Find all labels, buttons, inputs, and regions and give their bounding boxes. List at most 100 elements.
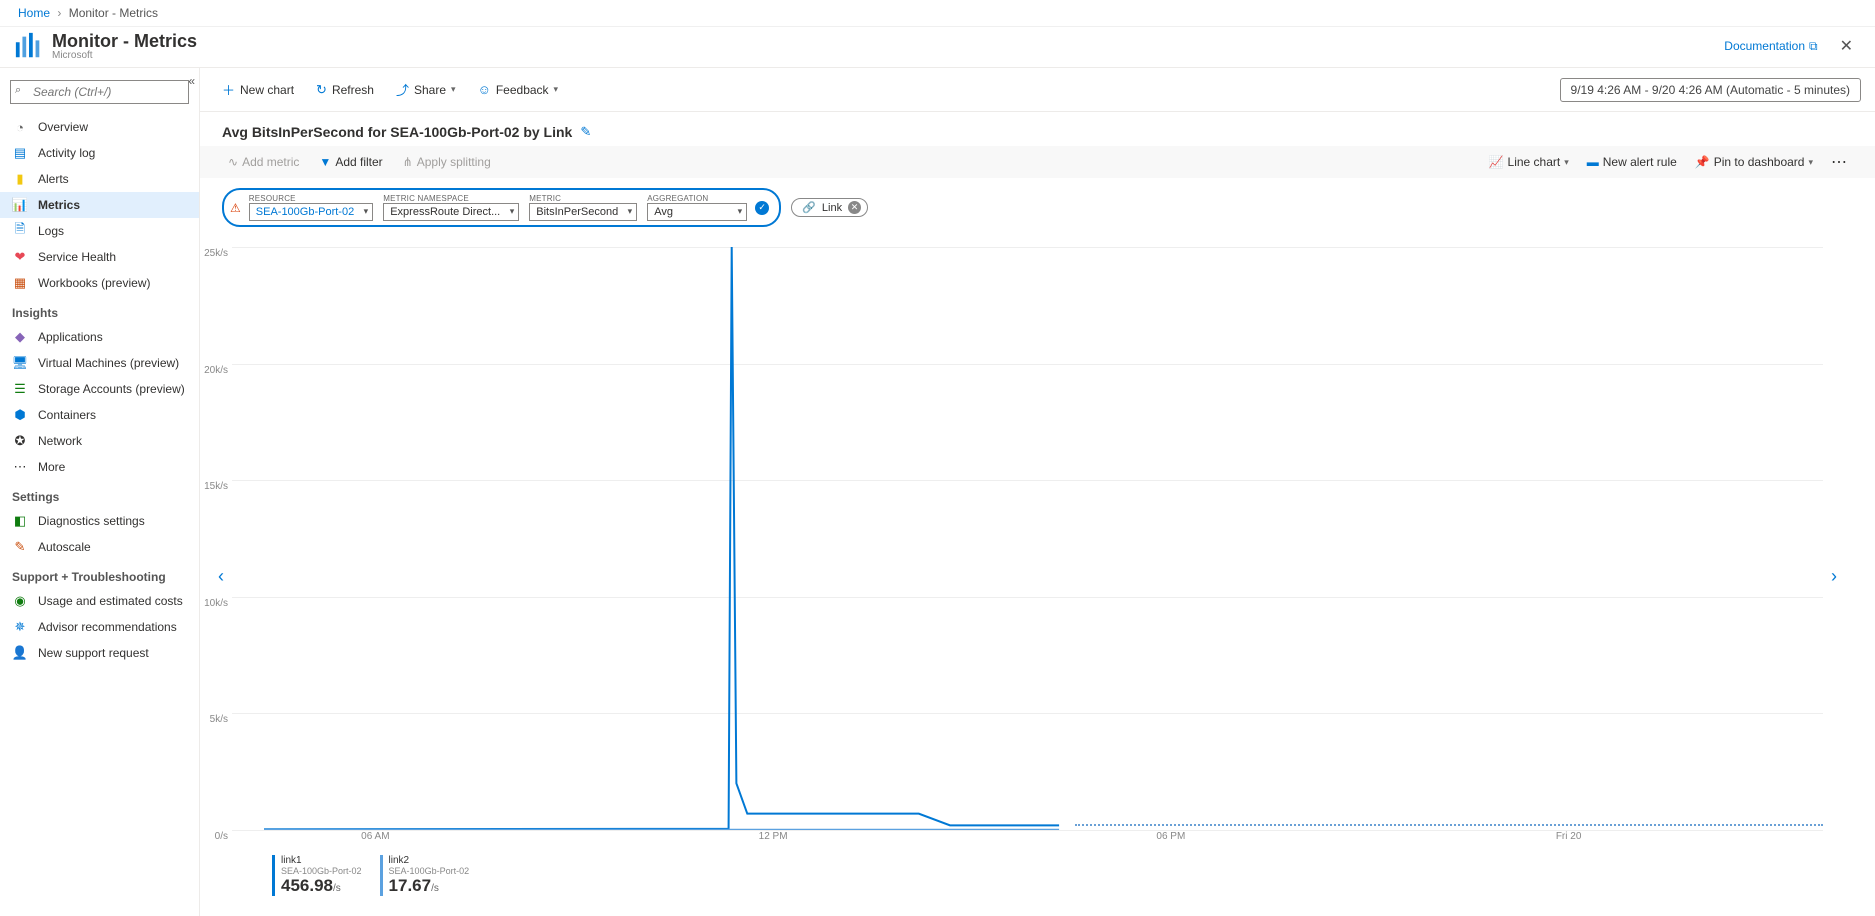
main-content: ＋New chart ↻Refresh ⤴Share ▾ ☺Feedback ▾… [200, 68, 1875, 916]
sidebar-item-label: Diagnostics settings [38, 514, 145, 528]
sidebar-item-storage-accounts-preview-[interactable]: ☰Storage Accounts (preview) [0, 376, 199, 402]
nav-icon: ◔ [12, 119, 28, 135]
nav-icon: ❤ [12, 249, 28, 265]
x-tick-label: 12 PM [759, 831, 788, 842]
nav-icon: ☰ [12, 381, 28, 397]
close-button[interactable]: ✕ [1832, 32, 1861, 60]
sidebar-item-diagnostics-settings[interactable]: ◧ Diagnostics settings [0, 508, 199, 534]
nav-icon: 🖥 [12, 355, 28, 371]
sidebar-item-metrics[interactable]: 📊 Metrics [0, 192, 199, 218]
nav-icon: 📊 [12, 197, 28, 213]
chevron-down-icon: ▾ [554, 84, 559, 95]
search-input[interactable] [10, 80, 189, 104]
aggregation-label: AGGREGATION [647, 194, 747, 203]
sidebar-item-logs[interactable]: 🗎Logs [0, 218, 199, 244]
legend-series-value: 17.67/s [389, 876, 470, 896]
chart-nav-prev[interactable]: ‹ [210, 247, 232, 906]
collapse-sidebar-button[interactable]: « [188, 74, 195, 88]
chevron-down-icon: ▾ [451, 84, 456, 95]
sidebar-item-advisor-recommendations[interactable]: ✵Advisor recommendations [0, 614, 199, 640]
chevron-down-icon: ▾ [1808, 157, 1813, 168]
edit-title-button[interactable]: ✎ [580, 124, 591, 140]
link-filter-pill[interactable]: 🔗 Link ✕ [791, 198, 868, 217]
pin-dashboard-button[interactable]: 📌Pin to dashboard ▾ [1689, 152, 1819, 172]
nav-icon: ▦ [12, 275, 28, 291]
legend-series-name: link1 [281, 855, 362, 866]
x-tick-label: 06 AM [361, 831, 389, 842]
refresh-button[interactable]: ↻Refresh [308, 78, 382, 102]
nav-header-support: Support + Troubleshooting [0, 560, 199, 588]
nav-icon: ▮ [12, 171, 28, 187]
chart-nav-next[interactable]: › [1823, 247, 1845, 906]
chart-area: ‹ 0/s5k/s10k/s15k/s20k/s25k/s 06 AM 12 PM… [200, 237, 1875, 916]
chart-type-dropdown[interactable]: 📈Line chart ▾ [1483, 152, 1575, 172]
new-alert-button[interactable]: ▬New alert rule [1581, 152, 1683, 172]
more-options-button[interactable]: ⋯ [1825, 152, 1853, 172]
sidebar-item-label: Containers [38, 408, 96, 422]
apply-splitting-button[interactable]: ⋔Apply splitting [397, 152, 497, 172]
sidebar-item-virtual-machines-preview-[interactable]: 🖥 Virtual Machines (preview) [0, 350, 199, 376]
nav-icon: ✎ [12, 539, 28, 555]
sidebar-item-label: Metrics [38, 198, 80, 212]
sidebar-item-new-support-request[interactable]: 👤 New support request [0, 640, 199, 666]
breadcrumb-home[interactable]: Home [18, 6, 50, 20]
share-button[interactable]: ⤴Share ▾ [388, 76, 464, 103]
feedback-button[interactable]: ☺Feedback ▾ [470, 78, 567, 101]
sidebar-item-label: Advisor recommendations [38, 620, 177, 634]
sidebar-item-containers[interactable]: ⬢ Containers [0, 402, 199, 428]
nav-icon: ▤ [12, 145, 28, 161]
sidebar-item-overview[interactable]: ◔Overview [0, 114, 199, 140]
confirm-icon[interactable]: ✓ [755, 201, 769, 215]
link-icon: 🔗 [802, 201, 816, 214]
nav-icon: ◧ [12, 513, 28, 529]
new-chart-button[interactable]: ＋New chart [214, 76, 302, 103]
line-chart-icon: 📈 [1489, 155, 1504, 169]
remove-filter-button[interactable]: ✕ [848, 201, 861, 214]
time-range-picker[interactable]: 9/19 4:26 AM - 9/20 4:26 AM (Automatic -… [1560, 78, 1861, 102]
split-icon: ⋔ [403, 155, 413, 169]
sidebar: « ⌕ ◔Overview▤Activity log▮Alerts📊Metric… [0, 68, 200, 916]
y-tick-label: 10k/s [204, 598, 228, 609]
sidebar-item-label: Logs [38, 224, 64, 238]
chart-plot[interactable]: 0/s5k/s10k/s15k/s20k/s25k/s [232, 247, 1823, 831]
sidebar-item-autoscale[interactable]: ✎ Autoscale [0, 534, 199, 560]
sidebar-item-workbooks-preview-[interactable]: ▦Workbooks (preview) [0, 270, 199, 296]
sidebar-item-label: Alerts [38, 172, 69, 186]
documentation-link[interactable]: Documentation ⧉ [1724, 39, 1817, 54]
y-tick-label: 15k/s [204, 481, 228, 492]
alert-icon: ▬ [1587, 155, 1599, 169]
sidebar-item-label: Virtual Machines (preview) [38, 356, 179, 370]
legend-series-sub: SEA-100Gb-Port-02 [389, 866, 470, 876]
breadcrumb: Home › Monitor - Metrics [0, 0, 1875, 27]
add-metric-button[interactable]: ∿Add metric [222, 152, 305, 172]
legend-series-value: 456.98/s [281, 876, 362, 896]
metric-dropdown[interactable]: BitsInPerSecond [529, 203, 637, 221]
x-tick-label: 06 PM [1156, 831, 1185, 842]
nav-icon: ✪ [12, 433, 28, 449]
legend-item[interactable]: link1SEA-100Gb-Port-02456.98/s [272, 855, 362, 896]
sidebar-item-label: Autoscale [38, 540, 91, 554]
sidebar-item-more[interactable]: ⋯More [0, 454, 199, 480]
namespace-dropdown[interactable]: ExpressRoute Direct... [383, 203, 519, 221]
nav-icon: 👤 [12, 645, 28, 661]
smile-icon: ☺ [478, 82, 491, 97]
sidebar-item-label: Activity log [38, 146, 95, 160]
sidebar-item-alerts[interactable]: ▮ Alerts [0, 166, 199, 192]
sidebar-item-service-health[interactable]: ❤Service Health [0, 244, 199, 270]
sidebar-item-applications[interactable]: ◆Applications [0, 324, 199, 350]
add-filter-button[interactable]: ▼Add filter [313, 152, 388, 172]
metric-selector-row: ⚠ RESOURCE SEA-100Gb-Port-02 METRIC NAME… [200, 178, 1875, 237]
y-tick-label: 25k/s [204, 248, 228, 259]
nav-icon: ⬢ [12, 407, 28, 423]
sidebar-item-usage-and-estimated-costs[interactable]: ◉Usage and estimated costs [0, 588, 199, 614]
nav-icon: ⋯ [12, 459, 28, 475]
sidebar-item-label: New support request [38, 646, 149, 660]
share-icon: ⤴ [396, 80, 409, 99]
sidebar-item-activity-log[interactable]: ▤ Activity log [0, 140, 199, 166]
filter-icon: ▼ [319, 155, 331, 169]
aggregation-dropdown[interactable]: Avg [647, 203, 747, 221]
pin-icon: 📌 [1695, 155, 1710, 169]
sidebar-item-network[interactable]: ✪Network [0, 428, 199, 454]
legend-item[interactable]: link2SEA-100Gb-Port-0217.67/s [380, 855, 470, 896]
resource-dropdown[interactable]: SEA-100Gb-Port-02 [249, 203, 373, 221]
